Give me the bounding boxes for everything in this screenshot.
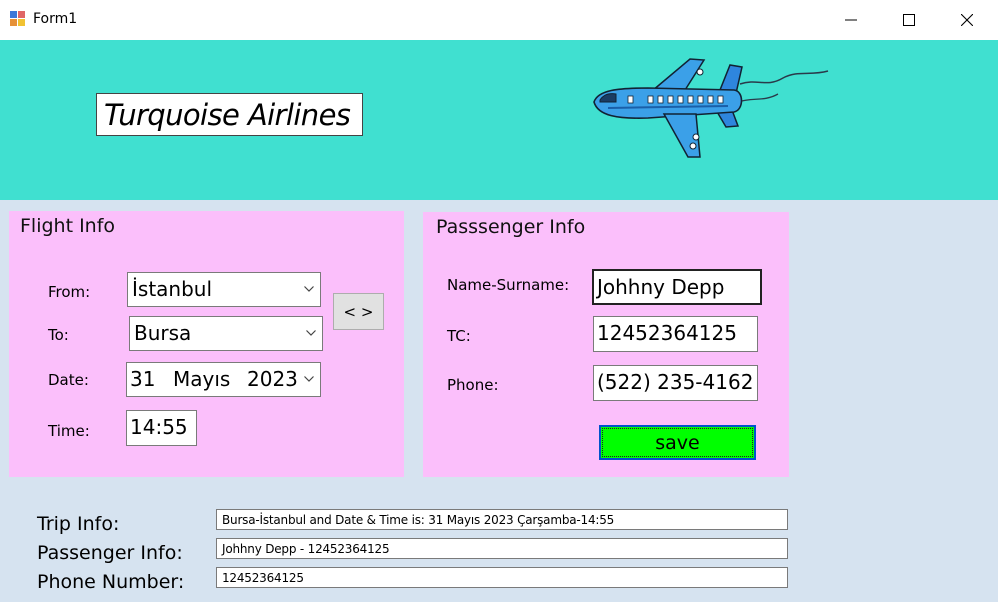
passenger-info-label: Passenger Info: [37, 542, 183, 564]
chevron-down-icon [306, 330, 316, 336]
airplane-icon [593, 58, 829, 158]
title-bar[interactable]: Form1 [0, 0, 998, 40]
from-value: İstanbul [132, 277, 213, 301]
trip-info-output[interactable]: Bursa-İstanbul and Date & Time is: 31 Ma… [216, 509, 788, 530]
passenger-info-output[interactable]: Johhny Depp - 12452364125 [216, 538, 788, 559]
name-surname-value: Johhny Depp [597, 275, 725, 299]
minimize-button[interactable] [822, 0, 880, 40]
time-value: 14:55 [130, 415, 188, 439]
banner: Turquoise Airlines [0, 40, 998, 200]
brand-label-box: Turquoise Airlines [96, 93, 363, 136]
maximize-icon [903, 14, 915, 26]
phone-number-label: Phone Number: [37, 571, 185, 593]
swap-cities-button[interactable]: < > [333, 293, 384, 330]
minimize-icon [845, 19, 857, 21]
time-input[interactable]: 14:55 [126, 410, 197, 446]
chevron-down-icon [304, 286, 314, 292]
to-label: To: [48, 326, 69, 344]
date-label: Date: [48, 371, 89, 389]
trip-info-label: Trip Info: [37, 513, 120, 535]
window-title: Form1 [33, 11, 78, 27]
passenger-info-title: Passsenger Info [436, 216, 586, 238]
tc-label: TC: [447, 327, 471, 345]
name-surname-input[interactable]: Johhny Depp [592, 269, 762, 305]
close-button[interactable] [938, 0, 996, 40]
trip-info-value: Bursa-İstanbul and Date & Time is: 31 Ma… [222, 513, 615, 527]
maximize-button[interactable] [880, 0, 938, 40]
app-icon [10, 11, 26, 27]
to-value: Bursa [134, 321, 192, 345]
from-combobox[interactable]: İstanbul [127, 272, 321, 307]
tc-input[interactable]: 12452364125 [593, 316, 758, 352]
phone-input[interactable]: (522) 235-4162 [593, 365, 758, 401]
date-day[interactable]: 31 [130, 367, 155, 391]
phone-number-value: 12452364125 [222, 571, 304, 585]
flight-info-title: Flight Info [20, 215, 116, 237]
phone-number-output[interactable]: 12452364125 [216, 567, 788, 588]
passenger-info-value: Johhny Depp - 12452364125 [222, 542, 390, 556]
chevron-down-icon [304, 376, 314, 382]
name-surname-label: Name-Surname: [447, 276, 570, 294]
date-picker[interactable]: 31 Mayıs 2023 [126, 362, 321, 397]
from-label: From: [48, 283, 91, 301]
tc-value: 12452364125 [597, 321, 737, 345]
save-button[interactable]: save [599, 425, 756, 460]
phone-value: (522) 235-4162 [597, 370, 754, 394]
to-combobox[interactable]: Bursa [129, 316, 323, 351]
date-year[interactable]: 2023 [247, 367, 298, 391]
close-icon [961, 14, 973, 26]
time-label: Time: [48, 422, 90, 440]
phone-label: Phone: [447, 376, 499, 394]
brand-title: Turquoise Airlines [104, 98, 351, 132]
date-month[interactable]: Mayıs [173, 367, 230, 391]
